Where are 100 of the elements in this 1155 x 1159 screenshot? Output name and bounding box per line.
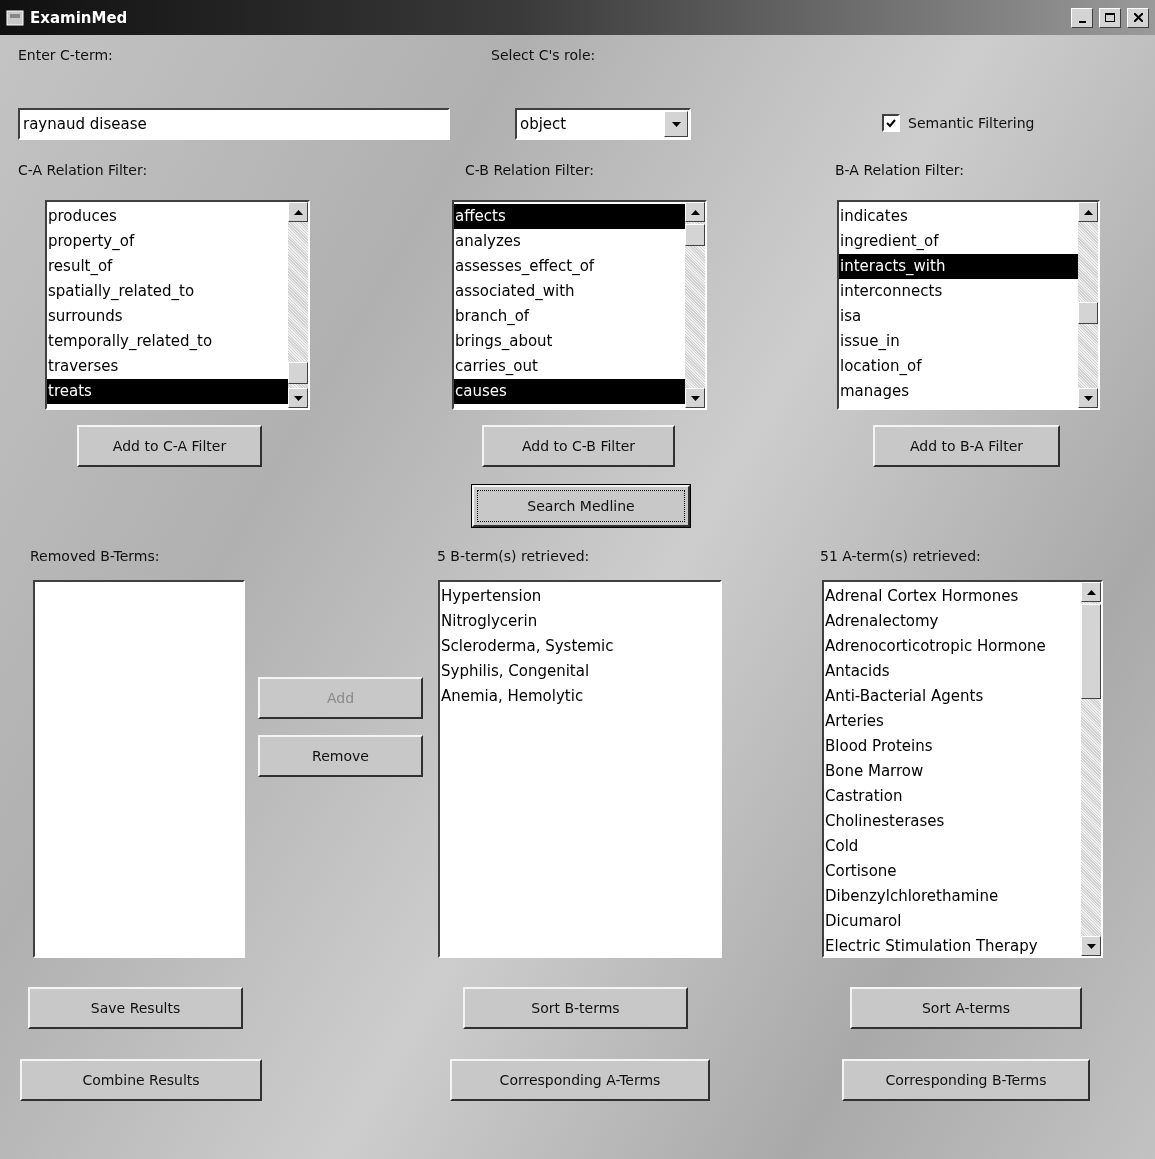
list-item[interactable]: indicates <box>839 204 1078 229</box>
filter-label: B-A Relation Filter: <box>835 162 964 178</box>
list-item[interactable]: Blood Proteins <box>824 734 1081 759</box>
list-item[interactable]: treats <box>47 379 288 404</box>
list-item[interactable]: temporally_related_to <box>47 329 288 354</box>
scroll-down-button[interactable] <box>1081 936 1101 956</box>
list-item[interactable]: Bone Marrow <box>824 759 1081 784</box>
list-item[interactable]: traverses <box>47 354 288 379</box>
scrollbar[interactable] <box>1078 202 1098 408</box>
list-box[interactable]: Hypertension Nitroglycerin Scleroderma, Systemic Syphilis, Congenital Anemia, Hemolytic <box>438 580 722 958</box>
minimize-button[interactable] <box>1071 7 1093 28</box>
list-item[interactable]: result_of <box>47 254 288 279</box>
list-item[interactable]: Dicumarol <box>824 909 1081 934</box>
add-filter-button[interactable]: Add to C-B Filter <box>482 425 675 467</box>
dropdown-arrow-icon <box>671 121 681 127</box>
scroll-up-button[interactable] <box>685 202 705 222</box>
window-title: ExaminMed <box>30 8 129 27</box>
list-item[interactable]: Antacids <box>824 659 1081 684</box>
list-box[interactable]: affects analyzes assesses_effect_of associated_with branch_of brings_about carries_out causes <box>452 200 707 410</box>
maximize-button[interactable] <box>1099 7 1121 28</box>
list-item[interactable]: Scleroderma, Systemic <box>440 634 720 659</box>
action-button[interactable]: Sort B-terms <box>463 986 688 1029</box>
checkbox[interactable] <box>882 114 900 132</box>
list-item[interactable]: branch_of <box>454 304 685 329</box>
scroll-up-button[interactable] <box>1081 582 1101 602</box>
list-item[interactable]: brings_about <box>454 329 685 354</box>
scroll-down-button[interactable] <box>685 388 705 408</box>
add-filter-button[interactable]: Add to B-A Filter <box>873 425 1060 467</box>
list-item[interactable]: surrounds <box>47 304 288 329</box>
close-button[interactable] <box>1127 7 1149 28</box>
up-arrow-icon <box>293 209 303 215</box>
scroll-thumb[interactable] <box>685 224 705 246</box>
list-item[interactable]: carries_out <box>454 354 685 379</box>
role-dropdown[interactable]: object <box>515 108 691 140</box>
list-item[interactable]: interacts_with <box>839 254 1078 279</box>
list-item[interactable]: Arteries <box>824 709 1081 734</box>
list-item[interactable]: Adrenocorticotropic Hormone <box>824 634 1081 659</box>
list-item[interactable]: ingredient_of <box>839 229 1078 254</box>
search-button[interactable]: Search Medline <box>472 485 690 527</box>
list-item[interactable]: Castration <box>824 784 1081 809</box>
list-item[interactable]: property_of <box>47 229 288 254</box>
action-button[interactable]: Corresponding B-Terms <box>842 1059 1090 1101</box>
scroll-thumb[interactable] <box>1081 604 1101 699</box>
list-item[interactable]: location_of <box>839 354 1078 379</box>
action-button[interactable]: Sort A-terms <box>850 986 1082 1029</box>
list-item[interactable]: Dibenzylchlorethamine <box>824 884 1081 909</box>
scrollbar[interactable] <box>1081 582 1101 956</box>
remove-button[interactable]: Remove <box>258 735 423 777</box>
list-item[interactable]: Anemia, Hemolytic <box>440 684 720 709</box>
list-item[interactable]: produces <box>47 204 288 229</box>
list-item[interactable]: Syphilis, Congenital <box>440 659 720 684</box>
list-item[interactable]: spatially_related_to <box>47 279 288 304</box>
down-arrow-icon <box>1083 395 1093 401</box>
scroll-down-button[interactable] <box>288 388 308 408</box>
list-item[interactable]: Nitroglycerin <box>440 609 720 634</box>
list-item[interactable]: Anti-Bacterial Agents <box>824 684 1081 709</box>
list-item[interactable]: associated_with <box>454 279 685 304</box>
scroll-thumb[interactable] <box>1078 302 1098 324</box>
up-arrow-icon <box>690 209 700 215</box>
list-item[interactable]: Adrenal Cortex Hormones <box>824 584 1081 609</box>
list-item[interactable]: Hypertension <box>440 584 720 609</box>
up-arrow-icon <box>1086 589 1096 595</box>
scrollbar[interactable] <box>288 202 308 408</box>
close-icon <box>1133 13 1143 22</box>
add-filter-button[interactable]: Add to C-A Filter <box>77 425 262 467</box>
list-item[interactable]: Electric Stimulation Therapy <box>824 934 1081 956</box>
scroll-down-button[interactable] <box>1078 388 1098 408</box>
down-arrow-icon <box>293 395 303 401</box>
scroll-up-button[interactable] <box>1078 202 1098 222</box>
list-box[interactable]: produces property_of result_of spatially_related_to surrounds temporally_related_to traverses treats <box>45 200 310 410</box>
list-box[interactable]: indicates ingredient_of interacts_with interconnects isa issue_in location_of manages <box>837 200 1100 410</box>
action-button[interactable]: Save Results <box>28 986 243 1029</box>
maximize-icon <box>1105 13 1115 22</box>
list-item[interactable]: Cholinesterases <box>824 809 1081 834</box>
list-item[interactable]: isa <box>839 304 1078 329</box>
action-button[interactable]: Corresponding A-Terms <box>450 1059 710 1101</box>
down-arrow-icon <box>1086 943 1096 949</box>
scroll-up-button[interactable] <box>288 202 308 222</box>
list-item[interactable]: causes <box>454 379 685 404</box>
scrollbar[interactable] <box>685 202 705 408</box>
action-button[interactable]: Combine Results <box>20 1059 262 1101</box>
scroll-thumb[interactable] <box>288 362 308 384</box>
list-item[interactable]: analyzes <box>454 229 685 254</box>
list-item[interactable]: Cold <box>824 834 1081 859</box>
list-item[interactable]: assesses_effect_of <box>454 254 685 279</box>
list-item[interactable]: manages <box>839 379 1078 404</box>
list-item[interactable]: issue_in <box>839 329 1078 354</box>
list-item[interactable]: affects <box>454 204 685 229</box>
field-label: Enter C-term: <box>18 47 113 63</box>
list-box[interactable] <box>822 580 1103 958</box>
list-item[interactable]: Adrenalectomy <box>824 609 1081 634</box>
c-term-field[interactable]: raynaud disease <box>18 108 450 140</box>
field-label: Select C's role: <box>491 47 596 63</box>
checkbox-label: Semantic Filtering <box>908 115 1035 131</box>
filter-label: C-B Relation Filter: <box>465 162 594 178</box>
list-item[interactable]: interconnects <box>839 279 1078 304</box>
list-item[interactable]: Cortisone <box>824 859 1081 884</box>
up-arrow-icon <box>1083 209 1093 215</box>
down-arrow-icon <box>690 395 700 401</box>
list-label: Removed B-Terms: <box>30 548 160 564</box>
